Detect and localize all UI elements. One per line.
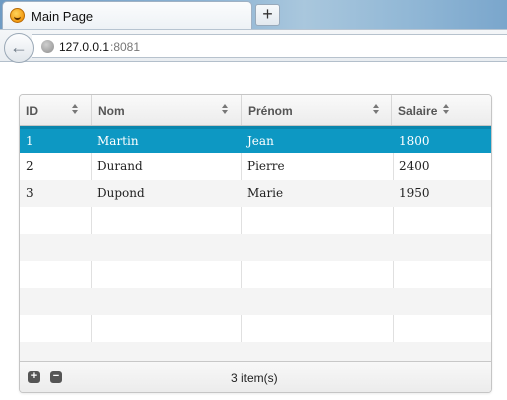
tab-strip: Main Page + [0, 0, 507, 29]
add-row-icon[interactable]: + [28, 371, 40, 383]
navigation-bar: 127.0.0.1 :8081 ← [0, 29, 507, 63]
data-grid: ID Nom Prénom Salaire 1 Martin Jean 1800… [19, 94, 492, 393]
item-count: 3 item(s) [231, 371, 278, 385]
grid-header: ID Nom Prénom Salaire [20, 95, 491, 126]
tab-main-page[interactable]: Main Page [2, 1, 252, 29]
cell-salaire: 1950 [399, 186, 430, 200]
url-bar[interactable]: 127.0.0.1 :8081 [32, 34, 507, 58]
new-tab-button[interactable]: + [255, 4, 280, 26]
empty-row [20, 315, 491, 342]
column-header-salaire[interactable]: Salaire [392, 95, 491, 125]
column-header-prenom[interactable]: Prénom [242, 95, 392, 125]
empty-row [20, 261, 491, 288]
cell-salaire: 1800 [399, 134, 430, 148]
column-header-nom[interactable]: Nom [92, 95, 242, 125]
cell-id: 1 [26, 134, 34, 148]
cell-nom: Durand [97, 159, 143, 173]
cell-prenom: Marie [247, 186, 284, 200]
globe-icon [41, 40, 54, 53]
smiley-favicon-icon [10, 8, 25, 23]
cell-prenom: Jean [247, 134, 274, 148]
cell-nom: Dupond [97, 186, 145, 200]
column-header-id[interactable]: ID [20, 95, 92, 125]
cell-prenom: Pierre [247, 159, 285, 173]
empty-row [20, 288, 491, 315]
tab-title: Main Page [31, 9, 94, 24]
back-arrow-icon: ← [10, 37, 28, 57]
empty-row [20, 342, 491, 363]
table-row[interactable]: 1 Martin Jean 1800 [20, 126, 491, 153]
table-row[interactable]: 3 Dupond Marie 1950 [20, 180, 491, 207]
remove-row-icon[interactable]: − [50, 371, 62, 383]
grid-footer: + − 3 item(s) [20, 361, 491, 392]
empty-row [20, 207, 491, 234]
empty-row [20, 234, 491, 261]
url-port: :8081 [110, 40, 141, 54]
cell-nom: Martin [97, 134, 139, 148]
table-row[interactable]: 2 Durand Pierre 2400 [20, 153, 491, 180]
cell-id: 2 [26, 159, 34, 173]
column-header-label: Salaire [398, 104, 438, 118]
cell-salaire: 2400 [399, 159, 430, 173]
column-header-label: ID [26, 104, 38, 118]
grid-body: 1 Martin Jean 1800 2 Durand Pierre 2400 … [20, 126, 491, 363]
back-button[interactable]: ← [4, 33, 34, 63]
column-header-label: Prénom [248, 104, 293, 118]
cell-id: 3 [26, 186, 34, 200]
column-header-label: Nom [98, 104, 125, 118]
url-host: 127.0.0.1 [59, 40, 110, 54]
